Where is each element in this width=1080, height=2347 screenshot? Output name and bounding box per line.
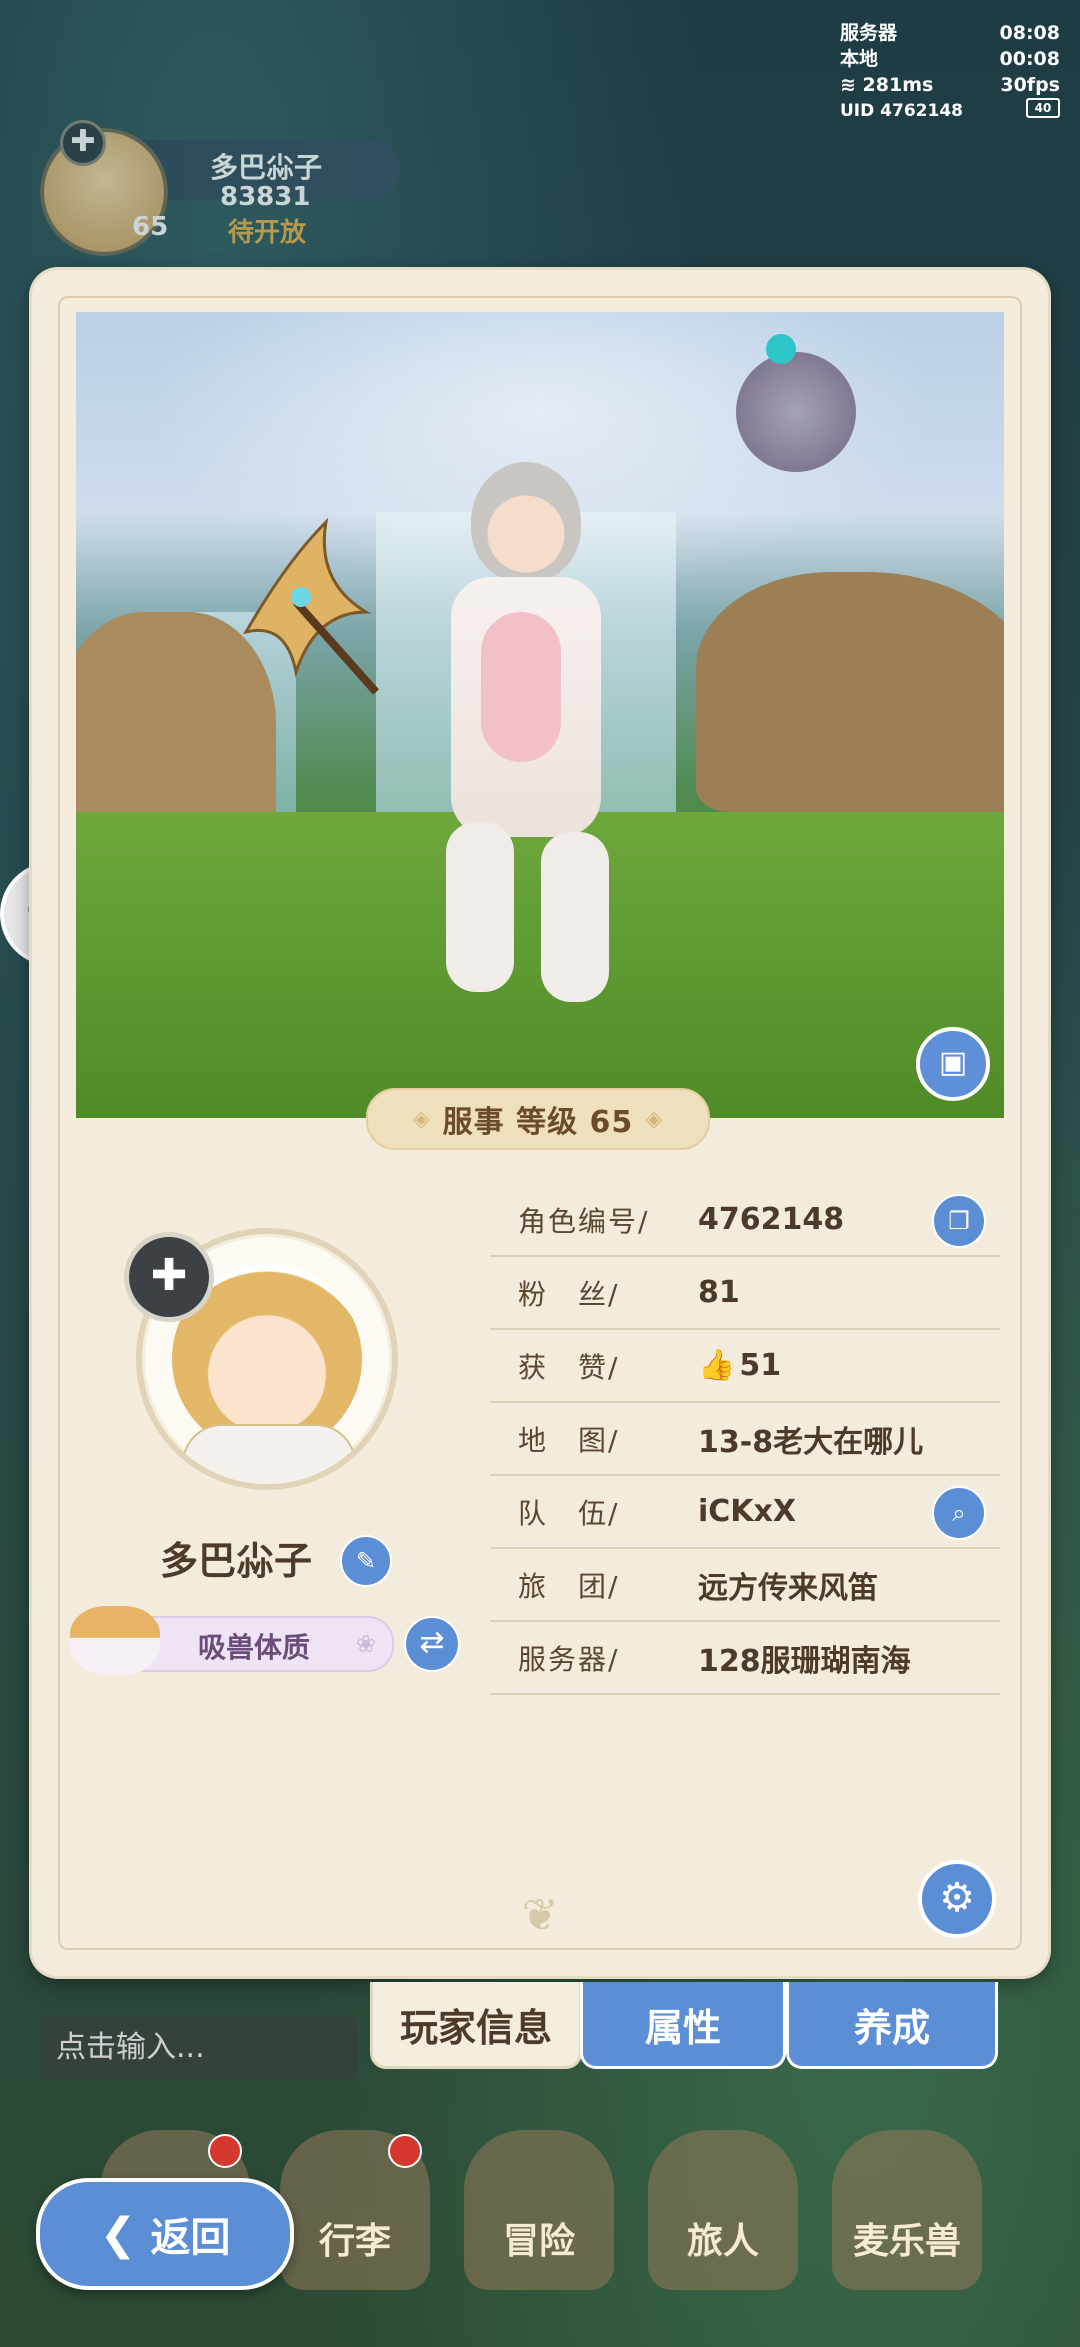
back-label: 返回 [150,2215,231,2261]
info-key: 旅 团/ [518,1569,620,1603]
info-key: 角色编号/ [518,1204,650,1238]
info-row-team: 队 伍/ iCKxX ⌕ [490,1476,1000,1549]
character-belly [481,612,561,762]
info-row-id: 角色编号/ 4762148 ❐ [490,1184,1000,1257]
info-key: 粉 丝/ [518,1277,620,1311]
info-value: 13-8老大在哪儿 [698,1424,924,1460]
info-row-guild: 旅 团/ 远方传来风笛 [490,1549,1000,1622]
uid-value: 4762148 [880,101,963,121]
copy-id-button[interactable]: ❐ [932,1194,986,1248]
diamond-icon: ◈ [412,1106,431,1132]
nav-label: 行李 [318,2221,391,2262]
swap-icon: ⇄ [419,1625,445,1660]
local-time: 00:08 [999,48,1060,70]
server-label: 服务器 [840,22,898,44]
edit-name-button[interactable]: ✎ [340,1535,392,1587]
battery-icon: 40 [1026,98,1060,118]
fps: 30fps [1000,74,1060,96]
info-row-server: 服务器/ 128服珊瑚南海 [490,1622,1000,1695]
top-player-name: 多巴尛子 [210,151,323,184]
top-player-state: 待开放 [228,218,307,248]
player-character [436,462,626,1002]
nav-item-pets[interactable]: 麦乐兽 [832,2130,982,2290]
nav-item-luggage[interactable]: 行李 [280,2130,430,2290]
gear-icon: ⚙ [939,1875,975,1921]
info-value: 51 [739,1348,782,1383]
top-player-score: 83831 [220,182,311,212]
photo-card-button[interactable]: ▣ [916,1027,990,1101]
notification-dot [208,2134,242,2168]
nav-label: 旅人 [686,2221,759,2262]
level-text: 服事 等级 65 [442,1105,634,1140]
top-player-level: 65 [132,212,169,242]
tab-player-info[interactable]: 玩家信息 [370,1982,582,2069]
thumbs-up-icon: 👍 [698,1348,736,1383]
nav-item-adventure[interactable]: 冒险 [464,2130,614,2290]
info-key: 队 伍/ [518,1496,620,1530]
cross-badge-icon: ✚ [124,1232,214,1322]
top-player-bar[interactable]: ✚ 多巴尛子 83831 65 待开放 [20,120,400,256]
player-name: 多巴尛子 [160,1539,313,1583]
character-legs [446,822,616,1002]
wifi-icon: ≋ [840,74,856,96]
info-value: iCKxX [698,1494,797,1529]
pencil-icon: ✎ [355,1547,377,1575]
ping: 281ms [862,74,934,96]
diamond-icon: ◈ [645,1106,664,1132]
tab-attributes[interactable]: 属性 [580,1982,786,2069]
search-team-button[interactable]: ⌕ [932,1486,986,1540]
search-icon: ⌕ [952,1499,966,1527]
trait-label: 吸兽体质 [198,1631,311,1664]
server-time: 08:08 [999,22,1060,44]
nav-item-travelers[interactable]: 旅人 [648,2130,798,2290]
info-row-fans: 粉 丝/ 81 [490,1257,1000,1330]
info-key: 地 图/ [518,1423,620,1457]
uid-label: UID [840,101,875,121]
portrait-outfit [182,1424,356,1484]
status-overlay: 服务器 08:08 本地 00:08 ≋ 281ms 30fps UID 476214… [840,20,1060,124]
nav-label: 冒险 [502,2221,575,2262]
back-button[interactable]: ❮ 返回 [36,2178,294,2290]
character-scene: ▣ [76,312,1004,1118]
info-value: 远方传来风笛 [698,1570,878,1606]
character-head [471,462,581,582]
companion-pet [736,334,856,472]
player-info-list: 角色编号/ 4762148 ❐ 粉 丝/ 81 获 赞/ 👍 51 地 图/ 1… [490,1184,1000,1695]
chat-input[interactable]: 点击输入... [42,2016,358,2080]
notification-dot [388,2134,422,2168]
nav-label: 麦乐兽 [852,2221,961,2262]
tab-development[interactable]: 养成 [786,1982,998,2069]
paw-icon: ❀ [355,1630,376,1658]
cat-emblem-icon: ❦ [521,1890,559,1941]
pet-bowl-icon [70,1606,160,1676]
info-value: 4762148 [698,1202,845,1237]
rock-right [696,572,1004,812]
info-row-likes: 获 赞/ 👍 51 [490,1330,1000,1403]
local-label: 本地 [840,48,879,70]
settings-button[interactable]: ⚙ [918,1860,996,1938]
swap-trait-button[interactable]: ⇄ [404,1616,460,1672]
info-row-map: 地 图/ 13-8老大在哪儿 [490,1403,1000,1476]
staff-weapon [242,517,379,695]
trait-badge[interactable]: 吸兽体质 ❀ [70,1606,394,1676]
back-arrow-icon: ❮ [99,2208,137,2260]
photo-icon: ▣ [938,1045,968,1080]
info-key: 服务器/ [518,1642,620,1676]
info-value: 128服珊瑚南海 [698,1643,911,1679]
info-key: 获 赞/ [518,1350,620,1384]
copy-icon: ❐ [948,1207,970,1235]
level-ribbon: ◈ 服事 等级 65 ◈ [366,1088,710,1150]
cross-icon: ✚ [60,120,106,166]
info-value: 81 [698,1275,740,1310]
